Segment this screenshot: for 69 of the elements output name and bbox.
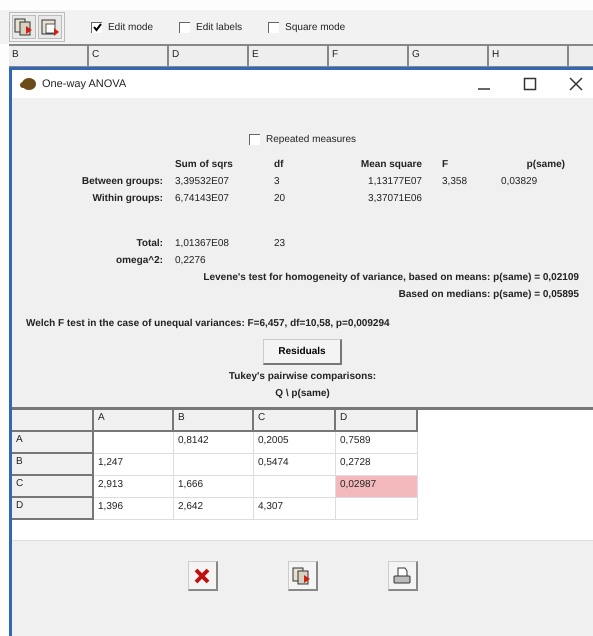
column-header[interactable]: D bbox=[336, 410, 418, 432]
levene-result: Based on medians: p(same) = 0,05895 bbox=[398, 289, 580, 300]
table-cell[interactable]: 0,2005 bbox=[254, 432, 336, 454]
toolbar-button[interactable] bbox=[288, 561, 318, 591]
printer-icon bbox=[392, 566, 412, 584]
column-header[interactable]: B bbox=[174, 410, 254, 432]
row-header[interactable]: C bbox=[12, 476, 94, 498]
row-label: omega^2: bbox=[115, 255, 163, 266]
table-cell-text: 23 bbox=[273, 238, 286, 249]
table-cell-text: 3 bbox=[273, 176, 281, 187]
table-cell-text: 20 bbox=[273, 193, 286, 204]
copy-icon bbox=[14, 18, 34, 36]
table-cell[interactable]: 1,666 bbox=[174, 476, 254, 498]
column-header: p(same) bbox=[526, 159, 566, 170]
toolbar-button[interactable] bbox=[188, 561, 218, 591]
window-title: One-way ANOVA bbox=[42, 78, 126, 90]
table-cell[interactable] bbox=[336, 498, 418, 520]
column-header[interactable]: A bbox=[94, 410, 174, 432]
maximize-icon[interactable] bbox=[523, 77, 537, 91]
table-cell[interactable]: 1,247 bbox=[94, 454, 174, 476]
toolbar-button[interactable] bbox=[38, 15, 62, 39]
check-icon bbox=[92, 23, 102, 32]
row-label: Between groups: bbox=[80, 176, 163, 187]
table-cell-text: 3,39532E07 bbox=[174, 176, 230, 187]
checkbox[interactable]: Edit labels bbox=[179, 22, 242, 32]
column-header: Sum of sqrs bbox=[174, 159, 234, 170]
toolbar-button[interactable] bbox=[12, 15, 36, 39]
table-cell[interactable]: 0,5474 bbox=[254, 454, 336, 476]
table-cell[interactable]: 2,913 bbox=[94, 476, 174, 498]
table-cell-text: 1,01367E08 bbox=[174, 238, 230, 249]
table-cell-text: 3,358 bbox=[441, 176, 468, 187]
table-cell-text: 6,74143E07 bbox=[174, 193, 230, 204]
table-cell[interactable]: 4,307 bbox=[254, 498, 336, 520]
table-cell[interactable] bbox=[94, 432, 174, 454]
tukey-title: Tukey's pairwise comparisons: bbox=[228, 371, 376, 382]
row-header[interactable]: B bbox=[12, 454, 94, 476]
row-header[interactable]: A bbox=[12, 432, 94, 454]
row-label: Total: bbox=[136, 238, 163, 249]
welch-result: Welch F test in the case of unequal variances: F=6,457, df=10,58, p=0,009294 bbox=[26, 318, 390, 329]
table-cell-text: 1,13177E07 bbox=[367, 176, 423, 187]
app-icon bbox=[20, 77, 36, 91]
table-cell[interactable]: 1,396 bbox=[94, 498, 174, 520]
checkbox[interactable]: Edit mode bbox=[91, 22, 154, 32]
tukey-subtitle: Q \ p(same) bbox=[275, 388, 330, 399]
paste-icon bbox=[40, 18, 60, 36]
table-cell-text: 3,37071E06 bbox=[367, 193, 423, 204]
levene-result: Levene's test for homogeneity of variance, based on means: p(same) = 0,02109 bbox=[202, 272, 580, 283]
table-cell-text: 0,03829 bbox=[500, 176, 538, 187]
table-cell[interactable] bbox=[174, 454, 254, 476]
table-cell[interactable]: 0,8142 bbox=[174, 432, 254, 454]
copy-icon bbox=[292, 566, 312, 584]
close-icon bbox=[193, 566, 211, 584]
table-cell[interactable] bbox=[254, 476, 336, 498]
table-cell[interactable]: 2,642 bbox=[174, 498, 254, 520]
column-header: df bbox=[273, 159, 284, 170]
column-header: Mean square bbox=[360, 159, 423, 170]
table-cell[interactable]: 0,02987 bbox=[336, 476, 418, 498]
column-header: F bbox=[441, 159, 450, 170]
table-cell[interactable]: 0,2728 bbox=[336, 454, 418, 476]
close-icon[interactable] bbox=[569, 77, 583, 91]
checkbox[interactable]: Repeated measures bbox=[248, 134, 356, 145]
row-label: Within groups: bbox=[92, 193, 163, 204]
row-header[interactable]: D bbox=[12, 498, 94, 520]
column-header[interactable]: C bbox=[254, 410, 336, 432]
checkbox[interactable]: Square mode bbox=[268, 22, 346, 32]
table-cell-text: 0,2276 bbox=[174, 255, 207, 266]
table-cell[interactable]: 0,7589 bbox=[336, 432, 418, 454]
residuals-button[interactable]: Residuals bbox=[263, 339, 342, 365]
toolbar-button[interactable] bbox=[388, 561, 418, 591]
